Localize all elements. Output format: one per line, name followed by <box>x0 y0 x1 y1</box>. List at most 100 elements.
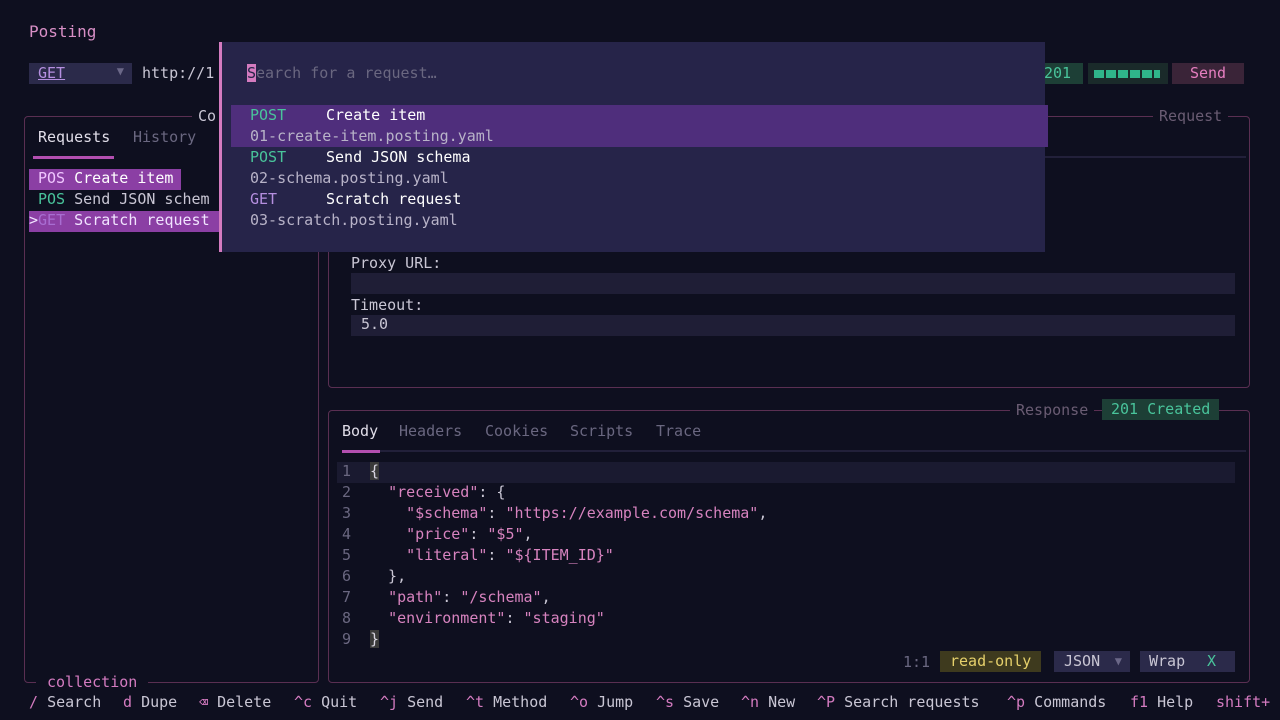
line-number: 6 <box>342 567 352 585</box>
hint-desc: Delete <box>217 693 272 711</box>
read-only-badge: read-only <box>940 651 1042 672</box>
hint-desc: Jump <box>597 693 634 711</box>
url-input[interactable]: http://1 <box>142 64 214 82</box>
hint-desc: Commands <box>1034 693 1107 711</box>
code-line: 6 }, <box>342 567 407 585</box>
code-line: 1{ <box>337 462 1235 483</box>
wrap-state: X <box>1206 652 1216 670</box>
response-body-editor[interactable]: 1{ 2 "received": { 3 "$schema": "https:/… <box>337 462 1235 652</box>
palette-option[interactable]: GET Scratch request 03-scratch.posting.y… <box>231 189 1048 231</box>
wrap-label: Wrap <box>1149 652 1186 670</box>
tab-body[interactable]: Body <box>342 422 378 440</box>
tree-item-method: POS <box>38 190 66 208</box>
response-time-bar <box>1088 63 1168 84</box>
brace-close: } <box>370 630 380 648</box>
palette-option[interactable]: POST Create item 01-create-item.posting.… <box>231 105 1048 147</box>
palette-search-input[interactable]: Search for a request… <box>247 64 437 82</box>
status-code-badge: 201 <box>1040 63 1083 84</box>
hint-desc: Save <box>683 693 720 711</box>
code-line: 8 "environment": "staging" <box>342 609 605 627</box>
tab-active-indicator <box>342 450 380 453</box>
hint-delete[interactable]: ⌫ Delete <box>199 693 271 711</box>
tab-headers[interactable]: Headers <box>399 422 462 440</box>
hint-key: ⌫ <box>199 693 209 711</box>
palette-option-title: Send JSON schema <box>326 148 471 166</box>
palette-option-method: GET <box>250 190 278 208</box>
palette-option-method: POST <box>250 148 287 166</box>
json-key: "environment" <box>388 609 506 627</box>
line-number: 8 <box>342 609 352 627</box>
brace-open: { <box>370 462 380 480</box>
response-status-badge: 201 Created <box>1102 399 1220 420</box>
hint-key: ^j <box>380 693 399 711</box>
hint-dupe[interactable]: d Dupe <box>123 693 177 711</box>
hint-search-requests[interactable]: ^P Search requests <box>817 693 980 711</box>
json-string: "https://example.com/schema" <box>505 504 759 522</box>
hint-desc: Dupe <box>141 693 178 711</box>
code-line: 9} <box>337 630 1235 651</box>
language-select[interactable]: JSON ▼ <box>1054 651 1130 672</box>
hint-new[interactable]: ^n New <box>741 693 795 711</box>
hint-desc: Quit <box>321 693 358 711</box>
collection-title: Co <box>192 107 223 125</box>
send-button[interactable]: Send <box>1172 63 1244 84</box>
hint-quit[interactable]: ^c Quit <box>294 693 357 711</box>
hint-save[interactable]: ^s Save <box>656 693 719 711</box>
timeout-input[interactable]: 5.0 <box>351 315 1235 336</box>
method-select[interactable]: GET ▼ <box>29 63 132 84</box>
tree-item-name: Create item <box>74 169 174 187</box>
json-key: "price" <box>406 525 470 543</box>
palette-option-file: 03-scratch.posting.yaml <box>250 211 458 229</box>
line-number: 4 <box>342 525 352 543</box>
tab-trace[interactable]: Trace <box>656 422 701 440</box>
code-line: 2 "received": { <box>342 483 506 501</box>
code-line: 5 "literal": "${ITEM_ID}" <box>342 546 614 564</box>
json-key: "received" <box>388 483 479 501</box>
hint-jump[interactable]: ^o Jump <box>570 693 633 711</box>
hint-desc: Method <box>493 693 548 711</box>
tree-item-scratch-request[interactable]: >GET Scratch request <box>29 211 219 232</box>
wrap-toggle[interactable]: Wrap X <box>1140 651 1235 672</box>
hint-shift[interactable]: shift+ <box>1216 693 1270 711</box>
tab-history[interactable]: History <box>133 128 196 146</box>
palette-option-method: POST <box>250 106 287 124</box>
cursor-position: 1:1 <box>903 653 931 671</box>
language-label: JSON <box>1064 652 1101 670</box>
tab-requests[interactable]: Requests <box>38 128 110 146</box>
key-hints-bar: / Search d Dupe ⌫ Delete ^c Quit ^j Send… <box>0 693 1280 715</box>
line-number: 2 <box>342 483 352 501</box>
tree-item-send-json-schema[interactable]: POS Send JSON schem <box>29 190 210 211</box>
hint-key: ^c <box>294 693 313 711</box>
response-tab-divider <box>380 450 1246 452</box>
response-panel-title: Response <box>1010 401 1095 419</box>
hint-desc: Search <box>47 693 102 711</box>
text-cursor: S <box>247 64 257 82</box>
hint-key: shift+ <box>1216 693 1271 711</box>
hint-send[interactable]: ^j Send <box>380 693 443 711</box>
tree-item-cursor: > <box>29 211 39 229</box>
palette-option-title: Create item <box>326 106 426 124</box>
code-line: 4 "price": "$5", <box>342 525 533 543</box>
hint-key: ^s <box>656 693 675 711</box>
line-number: 3 <box>342 504 352 522</box>
tab-cookies[interactable]: Cookies <box>485 422 548 440</box>
line-number: 5 <box>342 546 352 564</box>
proxy-url-input[interactable] <box>351 273 1235 294</box>
hint-help[interactable]: f1 Help <box>1130 693 1193 711</box>
tree-item-create-item[interactable]: POS Create item <box>29 169 181 190</box>
json-string: "$5" <box>487 525 524 543</box>
tree-item-method: GET <box>38 211 66 229</box>
tree-item-method: POS <box>38 169 66 187</box>
palette-option[interactable]: POST Send JSON schema 02-schema.posting.… <box>231 147 1048 189</box>
hint-search[interactable]: / Search <box>29 693 101 711</box>
json-key: "path" <box>388 588 443 606</box>
json-string: "${ITEM_ID}" <box>505 546 614 564</box>
tree-item-name: Send JSON schem <box>74 190 210 208</box>
hint-key: ^o <box>570 693 589 711</box>
tree-item-name: Scratch request <box>74 211 210 229</box>
line-number: 1 <box>342 462 352 480</box>
hint-method[interactable]: ^t Method <box>466 693 547 711</box>
method-label: GET <box>38 64 66 82</box>
tab-scripts[interactable]: Scripts <box>570 422 633 440</box>
hint-commands[interactable]: ^p Commands <box>1007 693 1106 711</box>
